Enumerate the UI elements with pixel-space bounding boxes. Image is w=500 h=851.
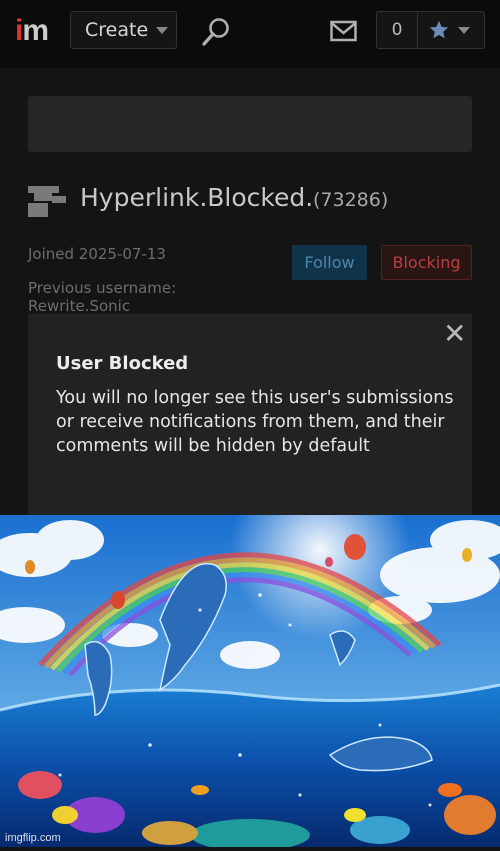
follow-label: Follow [304,253,355,272]
follow-button[interactable]: Follow [292,245,367,280]
create-dropdown-button[interactable]: Create [70,11,177,49]
avatar [28,186,66,221]
notification-count[interactable]: 0 [376,11,418,49]
search-icon[interactable] [200,16,232,52]
previous-username: Previous username: Rewrite.Sonic [28,279,177,315]
favorites-dropdown-button[interactable] [417,11,485,49]
star-icon [429,20,449,39]
watermark: imgflip.com [5,832,61,844]
close-icon[interactable]: ✕ [443,320,466,348]
profile-user-id: (73286) [313,189,389,211]
chevron-down-icon [458,26,470,34]
dialog-message: You will no longer see this user's submi… [56,388,454,456]
chevron-down-icon [156,26,169,34]
dialog-title: User Blocked [56,353,189,374]
profile-username: Hyperlink.Blocked. [80,183,314,212]
notification-count-value: 0 [391,20,403,40]
profile-joined-date: Joined 2025-07-13 [28,245,166,263]
blocking-button[interactable]: Blocking [381,245,472,280]
blocking-label: Blocking [392,253,461,272]
logo-letter-m: m [22,14,49,47]
mail-icon[interactable] [330,20,357,46]
create-label: Create [85,19,149,41]
search-input[interactable] [28,96,472,152]
top-navigation-bar: im Create 0 [0,0,500,68]
imgflip-logo[interactable]: im [15,14,49,47]
dolphin-rainbow-image [0,460,500,851]
